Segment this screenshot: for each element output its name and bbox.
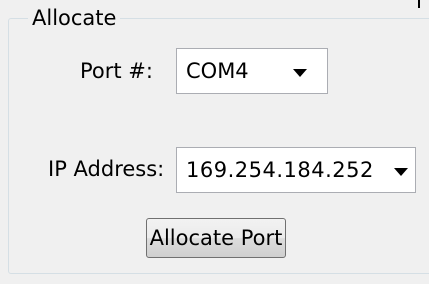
ip-address-label: IP Address: [48, 157, 165, 181]
chevron-down-icon[interactable] [293, 69, 307, 77]
allocate-port-button[interactable]: Allocate Port [146, 218, 286, 258]
ip-address-select[interactable]: 169.254.184.252 [176, 147, 416, 193]
port-label: Port #: [80, 59, 153, 83]
allocate-panel: Allocate Port #: COM4 IP Address: 169.25… [0, 0, 429, 284]
port-selected-value: COM4 [186, 59, 249, 83]
port-select[interactable]: COM4 [176, 48, 328, 94]
text-cursor-mark [418, 0, 420, 8]
chevron-down-icon[interactable] [394, 168, 408, 176]
ip-address-selected-value: 169.254.184.252 [186, 158, 374, 182]
groupbox-title: Allocate [28, 5, 121, 31]
